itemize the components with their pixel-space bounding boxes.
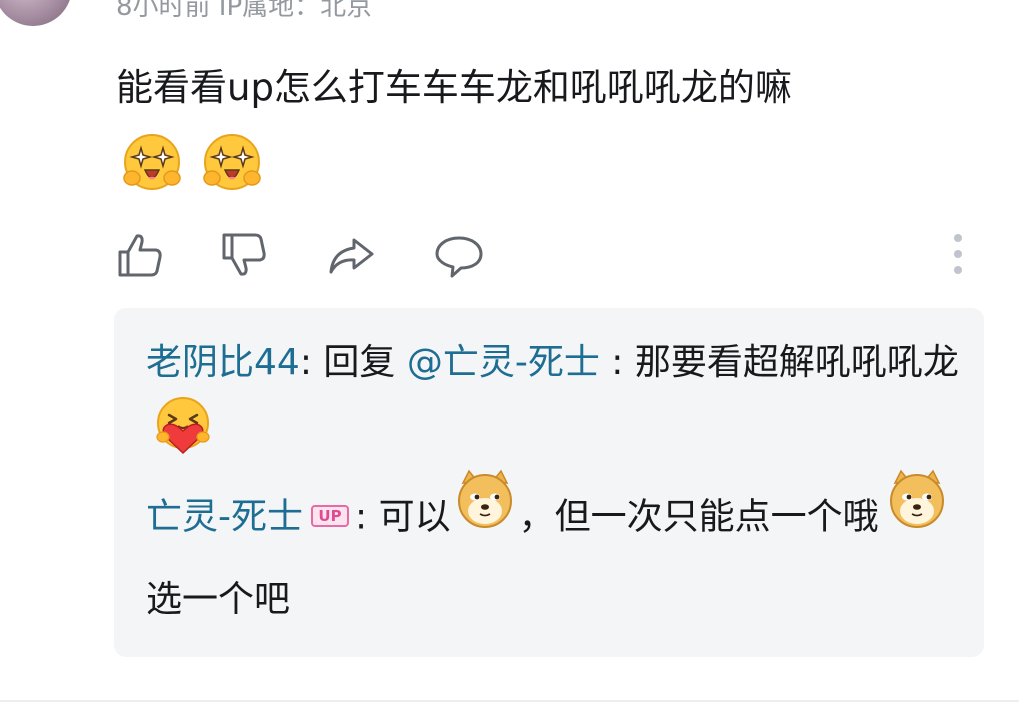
hug-heart-emoji-icon	[152, 395, 214, 484]
divider	[0, 700, 1019, 702]
reply-item[interactable]: 老阴比44: 回复 @亡灵-死士 : 那要看超解吼吼吼龙	[146, 325, 966, 490]
reply-separator: :	[599, 342, 635, 383]
doge-emoji-icon	[887, 469, 947, 556]
thumbs-down-icon	[222, 233, 266, 276]
comment-text: 能看看up怎么打车车车龙和吼吼吼龙的嘛	[116, 66, 792, 109]
comment-meta: 8小时前 IP属地：北京	[116, 0, 373, 22]
reply-button[interactable]	[434, 230, 484, 280]
star-eyes-emoji-icon	[120, 130, 184, 198]
star-eyes-emoji-icon	[200, 130, 264, 198]
reply-prefix: 回复	[311, 342, 407, 383]
reply-text: 选一个吧	[146, 579, 291, 620]
replies-panel[interactable]: 老阴比44: 回复 @亡灵-死士 : 那要看超解吼吼吼龙 亡灵-死士 UP: 可以	[114, 308, 984, 657]
reply-colon: :	[299, 342, 312, 383]
share-button[interactable]	[326, 230, 376, 280]
comment-emojis	[120, 130, 264, 198]
more-icon-dot	[954, 266, 962, 274]
comment-icon	[435, 236, 483, 278]
avatar[interactable]	[0, 0, 72, 26]
more-button[interactable]	[948, 234, 968, 278]
up-badge: UP	[311, 504, 349, 527]
reply-text: 可以	[378, 496, 451, 538]
reply-item[interactable]: 亡灵-死士 UP: 可以 ，但一次只能点一个哦选一个吧	[146, 469, 966, 638]
doge-emoji-icon	[455, 469, 515, 556]
more-icon-dot	[954, 250, 962, 258]
like-button[interactable]	[116, 230, 166, 280]
thumbs-up-icon	[118, 234, 162, 277]
reply-mention[interactable]: @亡灵-死士	[407, 342, 600, 383]
share-icon	[329, 238, 374, 274]
reply-separator: :	[355, 496, 379, 538]
reply-text: 那要看超解吼吼吼龙	[634, 342, 959, 383]
comment-actions	[116, 230, 986, 280]
more-icon	[954, 234, 962, 242]
reply-text: ，但一次只能点一个哦	[518, 496, 879, 538]
dislike-button[interactable]	[220, 230, 270, 280]
reply-username[interactable]: 老阴比44	[146, 342, 300, 383]
reply-username[interactable]: 亡灵-死士	[146, 497, 303, 538]
